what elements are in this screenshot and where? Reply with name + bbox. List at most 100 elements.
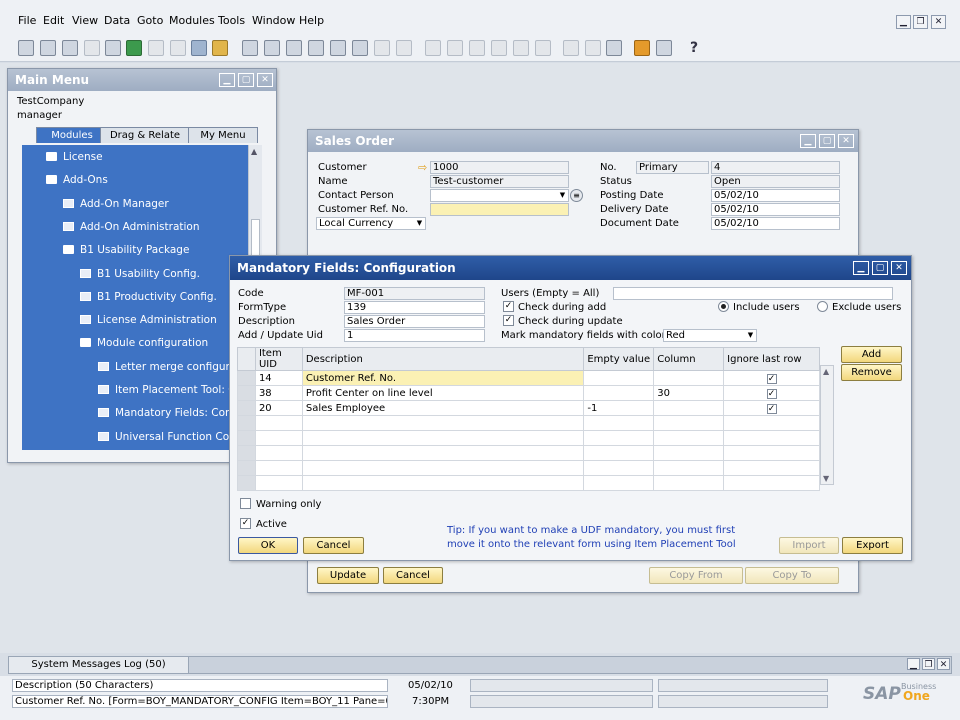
scroll-up-icon[interactable]: ▲	[251, 147, 257, 156]
row-header[interactable]	[237, 475, 256, 491]
menu-tools[interactable]: Tools	[218, 14, 245, 27]
minimize-icon[interactable]: ▁	[800, 134, 816, 148]
empty-cell[interactable]	[301, 415, 585, 431]
last-record-icon[interactable]	[352, 40, 368, 56]
close-icon[interactable]: ✕	[838, 134, 854, 148]
table-row[interactable]	[237, 415, 820, 431]
find-icon[interactable]	[242, 40, 258, 56]
empty-cell[interactable]	[583, 430, 655, 446]
cell-description[interactable]: Sales Employee	[301, 400, 585, 416]
menu-edit[interactable]: Edit	[43, 14, 64, 27]
ok-button[interactable]: OK	[238, 537, 298, 554]
col-item-uid[interactable]: Item UID	[254, 347, 303, 371]
word-icon[interactable]	[148, 40, 164, 56]
minimize-icon[interactable]: ▁	[853, 261, 869, 275]
close-icon[interactable]: ✕	[257, 73, 273, 87]
cell-uid[interactable]: 20	[254, 400, 303, 416]
menu-goto[interactable]: Goto	[137, 14, 163, 27]
cell-description[interactable]: Profit Center on line level	[301, 385, 585, 401]
update-button[interactable]: Update	[317, 567, 379, 584]
table-row[interactable]	[237, 430, 820, 446]
contact-person-field[interactable]: ▼	[430, 189, 569, 202]
volume-weight-icon[interactable]	[535, 40, 551, 56]
empty-cell[interactable]	[583, 460, 655, 476]
table-row[interactable]: 38 Profit Center on line level 30 ✓	[237, 385, 820, 401]
first-record-icon[interactable]	[286, 40, 302, 56]
col-empty-value[interactable]: Empty value	[583, 347, 655, 371]
doc-number-field[interactable]: 4	[711, 161, 840, 174]
print-icon[interactable]	[40, 40, 56, 56]
calendar-icon[interactable]	[656, 40, 672, 56]
customer-field[interactable]: 1000	[430, 161, 569, 174]
menu-data[interactable]: Data	[104, 14, 130, 27]
exclude-users-radio[interactable]	[817, 301, 828, 312]
tree-item[interactable]: License	[46, 151, 103, 163]
minimize-icon[interactable]: ▁	[907, 658, 920, 670]
formtype-field[interactable]: 139	[344, 301, 485, 314]
export-button[interactable]: Export	[842, 537, 903, 554]
empty-cell[interactable]	[254, 475, 303, 491]
scroll-down-icon[interactable]: ▼	[823, 474, 829, 483]
currency-select[interactable]: Local Currency	[316, 217, 426, 230]
cell-description[interactable]: Customer Ref. No.	[301, 370, 585, 386]
tab-modules[interactable]: Modules	[36, 127, 108, 143]
pdf-icon[interactable]	[170, 40, 186, 56]
empty-cell[interactable]	[653, 475, 725, 491]
close-icon[interactable]: ✕	[937, 658, 950, 670]
cell-uid[interactable]: 14	[254, 370, 303, 386]
empty-cell[interactable]	[301, 445, 585, 461]
tab-drag-relate[interactable]: Drag & Relate	[100, 127, 190, 143]
filter-icon[interactable]	[374, 40, 390, 56]
uid-field[interactable]: 1	[344, 329, 485, 342]
maximize-icon[interactable]: ▢	[872, 261, 888, 275]
empty-cell[interactable]	[301, 475, 585, 491]
empty-cell[interactable]	[301, 430, 585, 446]
cell-empty-value[interactable]: -1	[583, 400, 655, 416]
help-icon[interactable]: ?	[686, 40, 702, 56]
scroll-up-icon[interactable]: ▲	[823, 367, 829, 376]
tree-item[interactable]: B1 Usability Package	[63, 244, 189, 256]
code-field[interactable]: MF-001	[344, 287, 485, 300]
empty-cell[interactable]	[653, 415, 725, 431]
copy-to-button[interactable]: Copy To	[745, 567, 839, 584]
alert-icon[interactable]	[634, 40, 650, 56]
tree-item[interactable]: Item Placement Tool: Co	[98, 384, 242, 396]
empty-cell[interactable]	[653, 460, 725, 476]
cancel-button[interactable]: Cancel	[303, 537, 364, 554]
lock-icon[interactable]	[212, 40, 228, 56]
launch-icon[interactable]	[191, 40, 207, 56]
cancel-button[interactable]: Cancel	[383, 567, 443, 584]
empty-cell[interactable]	[723, 415, 820, 431]
empty-cell[interactable]	[254, 430, 303, 446]
users-field[interactable]	[613, 287, 893, 300]
empty-cell[interactable]	[723, 430, 820, 446]
app-minimize-icon[interactable]: ▁	[896, 15, 911, 29]
cell-empty-value[interactable]	[583, 370, 655, 386]
payment-icon[interactable]	[513, 40, 529, 56]
maximize-icon[interactable]: ▢	[819, 134, 835, 148]
menu-help[interactable]: Help	[299, 14, 324, 27]
empty-cell[interactable]	[583, 415, 655, 431]
empty-cell[interactable]	[583, 445, 655, 461]
menu-modules[interactable]: Modules	[169, 14, 215, 27]
chevron-down-icon[interactable]: ▼	[558, 191, 567, 200]
series-field[interactable]: Primary	[636, 161, 709, 174]
sms-icon[interactable]	[84, 40, 100, 56]
customer-ref-field[interactable]	[430, 203, 569, 216]
email-icon[interactable]	[62, 40, 78, 56]
mark-color-select[interactable]: Red	[663, 329, 757, 342]
empty-cell[interactable]	[301, 460, 585, 476]
tree-item[interactable]: Add-On Manager	[63, 198, 169, 210]
empty-cell[interactable]	[254, 415, 303, 431]
empty-cell[interactable]	[254, 445, 303, 461]
empty-cell[interactable]	[254, 460, 303, 476]
print-preview-icon[interactable]	[18, 40, 34, 56]
tree-item[interactable]: Add-Ons	[46, 174, 108, 186]
app-close-icon[interactable]: ✕	[931, 15, 946, 29]
cell-ignore[interactable]: ✓	[723, 385, 820, 401]
name-field[interactable]: Test-customer	[430, 175, 569, 188]
menu-file[interactable]: File	[18, 14, 36, 27]
tree-item[interactable]: Mandatory Fields: Confi	[98, 407, 238, 419]
close-icon[interactable]: ✕	[891, 261, 907, 275]
status-field[interactable]: Open	[711, 175, 840, 188]
